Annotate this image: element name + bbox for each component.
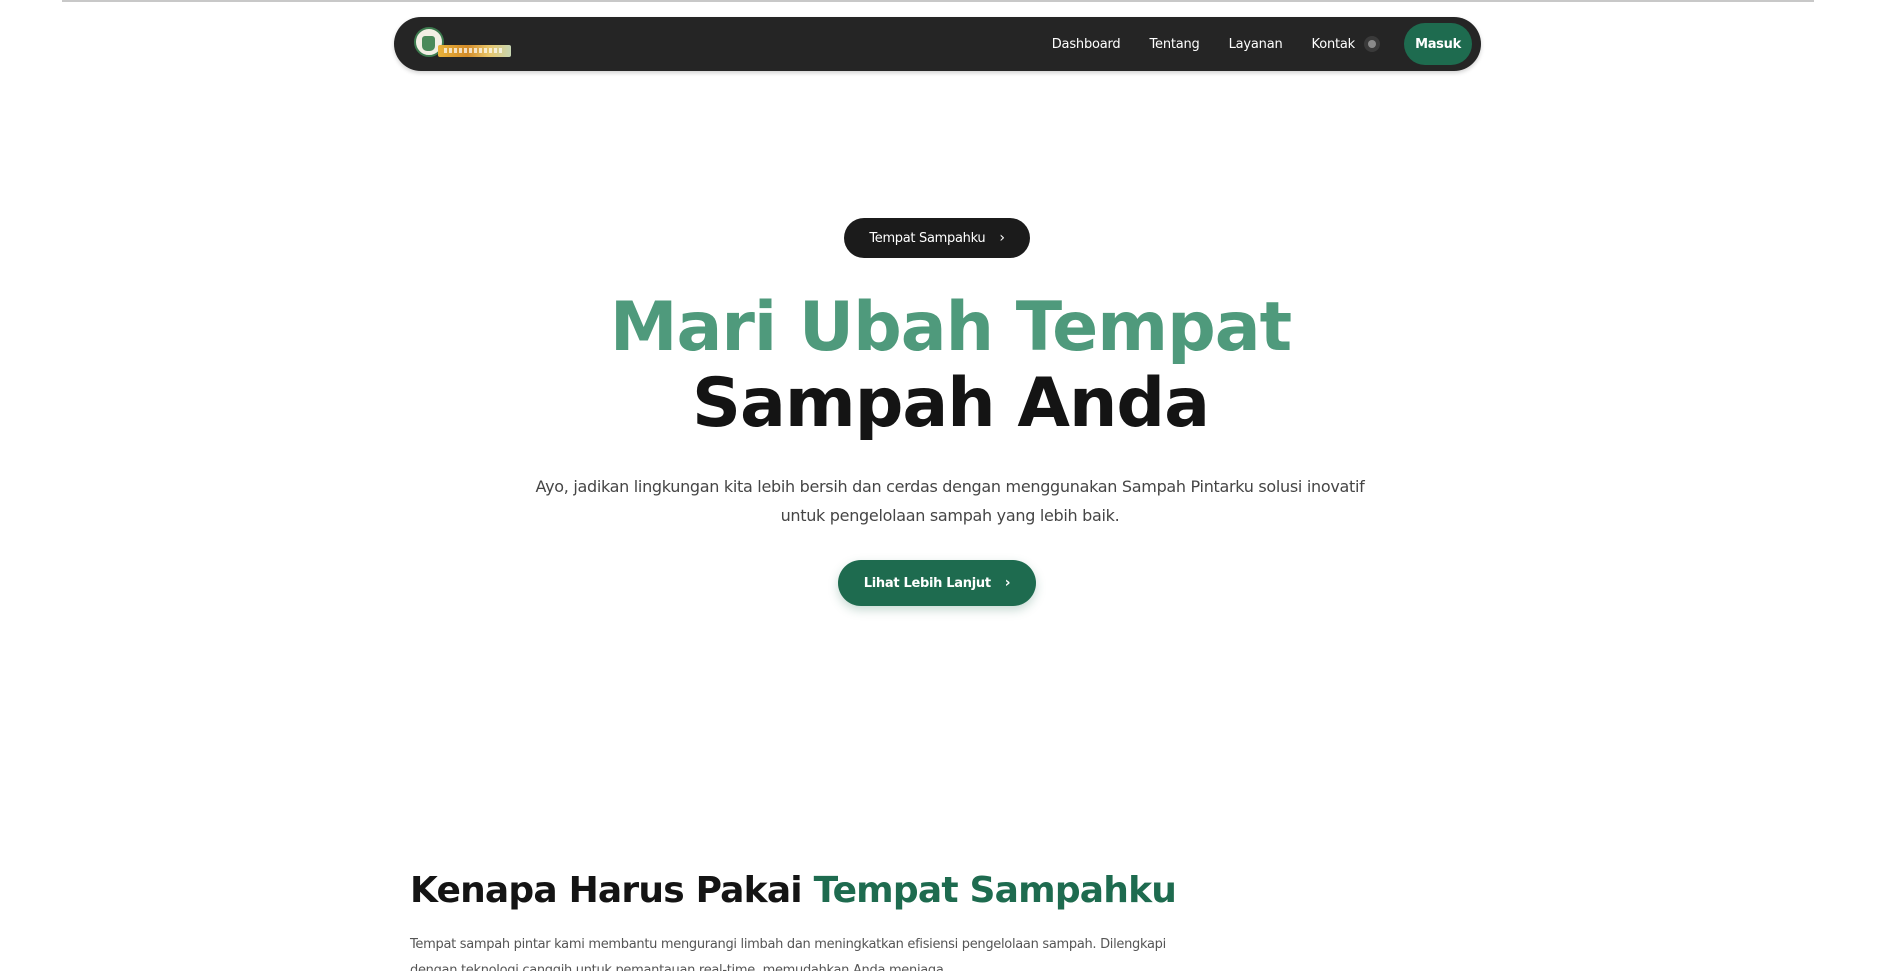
hero-badge-button[interactable]: Tempat Sampahku ›	[844, 218, 1030, 258]
why-title-plain: Kenapa Harus Pakai	[410, 870, 803, 911]
navbar: Dashboard Tentang Layanan Kontak Masuk	[394, 17, 1481, 71]
learn-more-button[interactable]: Lihat Lebih Lanjut ›	[838, 560, 1036, 606]
nav-link-dashboard[interactable]: Dashboard	[1052, 37, 1121, 52]
chevron-right-icon: ›	[999, 230, 1005, 246]
chevron-right-icon: ›	[1004, 575, 1011, 591]
top-divider	[62, 0, 1814, 2]
hero-badge-label: Tempat Sampahku	[869, 230, 986, 246]
login-button[interactable]: Masuk	[1404, 23, 1472, 65]
nav-link-kontak[interactable]: Kontak	[1312, 37, 1356, 52]
learn-more-label: Lihat Lebih Lanjut	[863, 575, 991, 591]
hero-title: Mari Ubah Tempat Sampah Anda	[0, 290, 1901, 442]
theme-toggle-icon[interactable]	[1364, 36, 1380, 52]
nav-link-tentang[interactable]: Tentang	[1149, 37, 1199, 52]
hero-description: Ayo, jadikan lingkungan kita lebih bersi…	[535, 477, 1365, 525]
why-section-description: Tempat sampah pintar kami membantu mengu…	[410, 937, 1166, 971]
page: Dashboard Tentang Layanan Kontak Masuk T…	[0, 0, 1901, 971]
why-title-accent: Tempat Sampahku	[813, 870, 1177, 911]
why-section-title: Kenapa Harus Pakai Tempat Sampahku	[410, 868, 1177, 914]
nav-links: Dashboard Tentang Layanan Kontak	[1052, 17, 1355, 71]
logo-wordmark	[438, 45, 511, 57]
brand-logo[interactable]	[414, 27, 514, 61]
nav-link-layanan[interactable]: Layanan	[1229, 37, 1283, 52]
hero-title-dark: Sampah Anda	[692, 364, 1210, 443]
hero-title-accent: Mari Ubah Tempat	[609, 288, 1292, 367]
